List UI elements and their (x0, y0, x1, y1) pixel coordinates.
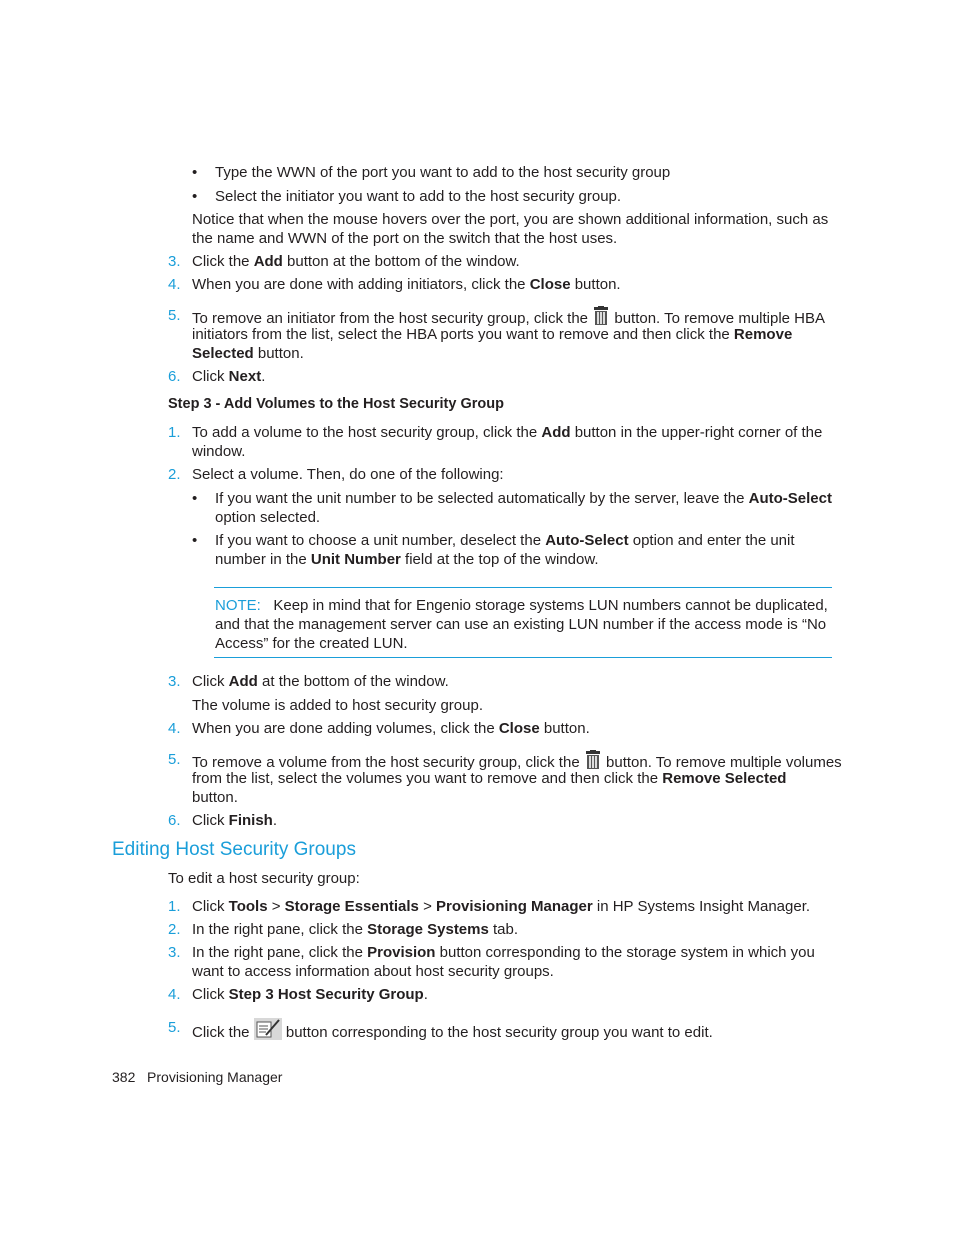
step-number: 2. (168, 921, 181, 938)
step-number: 3. (168, 673, 181, 690)
chapter-name: Provisioning Manager (147, 1069, 283, 1085)
note-label: NOTE: (215, 597, 261, 614)
step-text: from the list, select the volumes you wa… (192, 770, 787, 787)
bullet-marker: • (192, 490, 198, 507)
step-text: Select a volume. Then, do one of the fol… (192, 466, 504, 483)
step-text: window. (192, 443, 246, 460)
step-text: In the right pane, click the Provision b… (192, 944, 815, 961)
step-number: 5. (168, 751, 181, 768)
bullet-marker: • (192, 188, 198, 205)
step-text: To add a volume to the host security gro… (192, 424, 823, 441)
step-text: Click the Add button at the bottom of th… (192, 253, 520, 270)
bullet-text: Select the initiator you want to add to … (215, 188, 622, 205)
note-bottom-rule (214, 657, 832, 658)
bullet-text: If you want the unit number to be select… (215, 490, 832, 507)
page-number: 382 (112, 1069, 136, 1085)
step-text: Selected button. (192, 345, 304, 362)
intro-text: To edit a host security group: (168, 870, 360, 887)
step-text: want to access information about host se… (192, 963, 554, 980)
step-text: Click the button corresponding to the ho… (192, 1018, 713, 1045)
page-footer: 382 Provisioning Manager (112, 1068, 282, 1086)
step-number: 2. (168, 466, 181, 483)
step-number: 4. (168, 986, 181, 1003)
note-text: NOTE: Keep in mind that for Engenio stor… (215, 597, 828, 614)
bullet-text: Type the WWN of the port you want to add… (215, 164, 671, 181)
step-number: 3. (168, 944, 181, 961)
step-number: 4. (168, 720, 181, 737)
step-text: When you are done with adding initiators… (192, 276, 621, 293)
step-number: 5. (168, 307, 181, 324)
step-number: 6. (168, 368, 181, 385)
note-text: Access” for the created LUN. (215, 635, 408, 652)
step-text: Click Step 3 Host Security Group. (192, 986, 428, 1003)
bullet-marker: • (192, 532, 198, 549)
step-text: Click Add at the bottom of the window. (192, 673, 449, 690)
notice-text: the name and WWN of the port on the swit… (192, 230, 618, 247)
bullet-text: If you want to choose a unit number, des… (215, 532, 795, 549)
step-number: 3. (168, 253, 181, 270)
bullet-marker: • (192, 164, 198, 181)
step-text: Click Tools > Storage Essentials > Provi… (192, 898, 811, 915)
step-text: button. (192, 789, 238, 806)
step-number: 6. (168, 812, 181, 829)
step-number: 5. (168, 1019, 181, 1036)
step-text: initiators from the list, select the HBA… (192, 326, 793, 343)
step-number: 1. (168, 424, 181, 441)
step-text: Click Next. (192, 368, 266, 385)
step-text: Click Finish. (192, 812, 278, 829)
step-number: 1. (168, 898, 181, 915)
bullet-text: number in the Unit Number field at the t… (215, 551, 599, 568)
edit-icon (253, 1018, 282, 1045)
note-text: and that the management server can use a… (215, 616, 827, 633)
notice-text: Notice that when the mouse hovers over t… (192, 211, 829, 228)
step-result-text: The volume is added to host security gro… (192, 697, 483, 714)
step-text: When you are done adding volumes, click … (192, 720, 590, 737)
step-number: 4. (168, 276, 181, 293)
step-text: In the right pane, click the Storage Sys… (192, 921, 519, 938)
note-top-rule (214, 587, 832, 588)
section-title: Editing Host Security Groups (112, 839, 356, 860)
bullet-text: option selected. (215, 509, 321, 526)
subsection-heading: Step 3 - Add Volumes to the Host Securit… (168, 396, 504, 412)
